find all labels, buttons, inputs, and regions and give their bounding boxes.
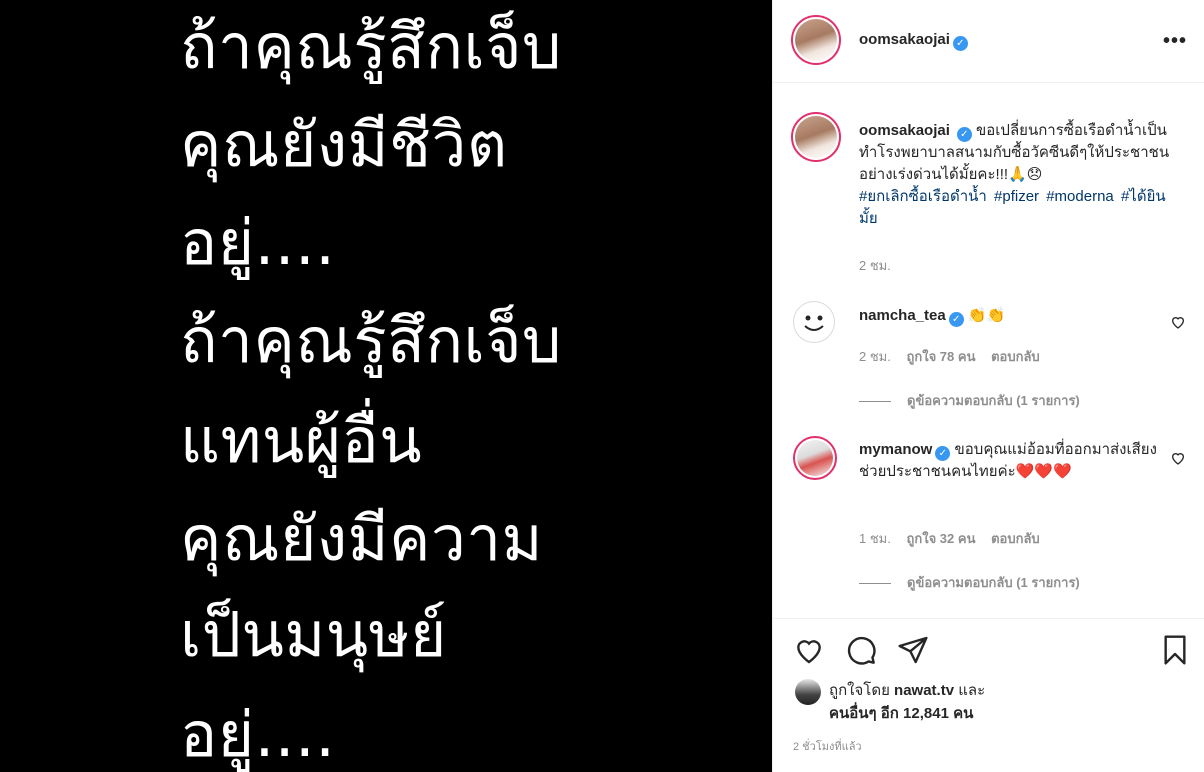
view-replies-label: ดูข้อความตอบกลับ (1 รายการ): [907, 575, 1080, 590]
author-username[interactable]: oomsakaojai: [859, 31, 950, 48]
comment-likes[interactable]: ถูกใจ 32 คน: [906, 531, 975, 546]
image-text-line: ถ้าคุณรู้สึกเจ็บ: [180, 304, 562, 377]
verified-badge-icon: ✓: [948, 312, 964, 327]
image-text-line: แทนผู้อื่น: [180, 404, 423, 477]
image-text-line: เป็นมนุษย์: [180, 598, 447, 671]
liker-avatar[interactable]: [795, 679, 821, 705]
comment-time[interactable]: 1 ชม.: [859, 531, 891, 546]
likes-summary: ถูกใจโดย nawat.tv และ คนอื่นๆ อีก 12,841…: [829, 679, 985, 725]
liked-by-and: และ: [958, 682, 986, 699]
comment-icon[interactable]: [845, 634, 877, 666]
heart-icon[interactable]: [793, 634, 825, 666]
image-text-line: ถ้าคุณรู้สึกเจ็บ: [180, 10, 562, 83]
caption-username[interactable]: oomsakaojai: [859, 122, 950, 139]
post-time[interactable]: 2 ชั่วโมงที่แล้ว: [793, 737, 862, 755]
image-text-line: อยู่....: [180, 698, 336, 771]
view-replies-label: ดูข้อความตอบกลับ (1 รายการ): [907, 393, 1080, 408]
verified-badge-icon: ✓: [952, 36, 968, 51]
image-text-line: อยู่....: [180, 206, 336, 279]
hashtag-link[interactable]: #ยกเลิกซื้อเรือดำน้ำ: [859, 188, 987, 205]
author-avatar[interactable]: [791, 15, 841, 65]
liked-by-user[interactable]: nawat.tv: [894, 682, 954, 699]
reply-button[interactable]: ตอบกลับ: [991, 531, 1040, 546]
comment-meta: 2 ชม. ถูกใจ 78 คน ตอบกลับ: [859, 346, 1052, 367]
post-header: oomsakaojai ✓ •••: [773, 0, 1204, 83]
view-replies-button[interactable]: ดูข้อความตอบกลับ (1 รายการ): [859, 390, 1080, 411]
commenter-avatar[interactable]: [793, 301, 835, 343]
caption-time[interactable]: 2 ชม.: [859, 255, 891, 276]
comment-time[interactable]: 2 ชม.: [859, 349, 891, 364]
commenter-avatar[interactable]: [793, 436, 837, 480]
comment-like-heart-icon[interactable]: [1170, 314, 1186, 330]
post-actions: ถูกใจโดย nawat.tv และ คนอื่นๆ อีก 12,841…: [773, 618, 1204, 772]
comment-username[interactable]: namcha_tea: [859, 307, 946, 324]
comment-text: 👏👏: [967, 307, 1006, 324]
hashtag-link[interactable]: #pfizer: [994, 188, 1039, 205]
image-text-line: คุณยังมีความ: [180, 502, 543, 575]
caption-hashtags: #ยกเลิกซื้อเรือดำน้ำ #pfizer #moderna #ไ…: [859, 186, 1179, 230]
more-options-icon[interactable]: •••: [1163, 30, 1187, 53]
smiley-avatar-icon: [804, 315, 824, 331]
post-image[interactable]: ถ้าคุณรู้สึกเจ็บ คุณยังมีชีวิต อยู่.... …: [0, 0, 772, 772]
comment-username[interactable]: mymanow: [859, 441, 932, 458]
comment: mymanow ✓ ขอบคุณแม่อ้อมที่ออกมาส่งเสียงช่…: [859, 439, 1159, 483]
verified-badge-icon: ✓: [935, 446, 951, 461]
comment-meta: 1 ชม. ถูกใจ 32 คน ตอบกลับ: [859, 528, 1052, 549]
caption: oomsakaojai ✓ ขอเปลี่ยนการซื้อเรือดำน้ำเป…: [859, 120, 1179, 230]
caption-avatar[interactable]: [791, 112, 841, 162]
liked-by-others[interactable]: คนอื่นๆ อีก 12,841 คน: [829, 705, 973, 722]
post-side-panel: oomsakaojai ✓ ••• oomsakaojai ✓ ขอเปลี่ยนก…: [772, 0, 1204, 772]
image-text-line: คุณยังมีชีวิต: [180, 108, 508, 181]
liked-by-prefix: ถูกใจโดย: [829, 682, 890, 699]
verified-badge-icon: ✓: [956, 127, 972, 142]
share-icon[interactable]: [897, 634, 929, 666]
comment-likes[interactable]: ถูกใจ 78 คน: [906, 349, 975, 364]
hashtag-link[interactable]: #moderna: [1046, 188, 1114, 205]
bookmark-icon[interactable]: [1159, 634, 1191, 666]
comment: namcha_tea ✓ 👏👏: [859, 305, 1159, 327]
view-replies-button[interactable]: ดูข้อความตอบกลับ (1 รายการ): [859, 572, 1080, 593]
reply-button[interactable]: ตอบกลับ: [991, 349, 1040, 364]
comment-like-heart-icon[interactable]: [1170, 450, 1186, 466]
